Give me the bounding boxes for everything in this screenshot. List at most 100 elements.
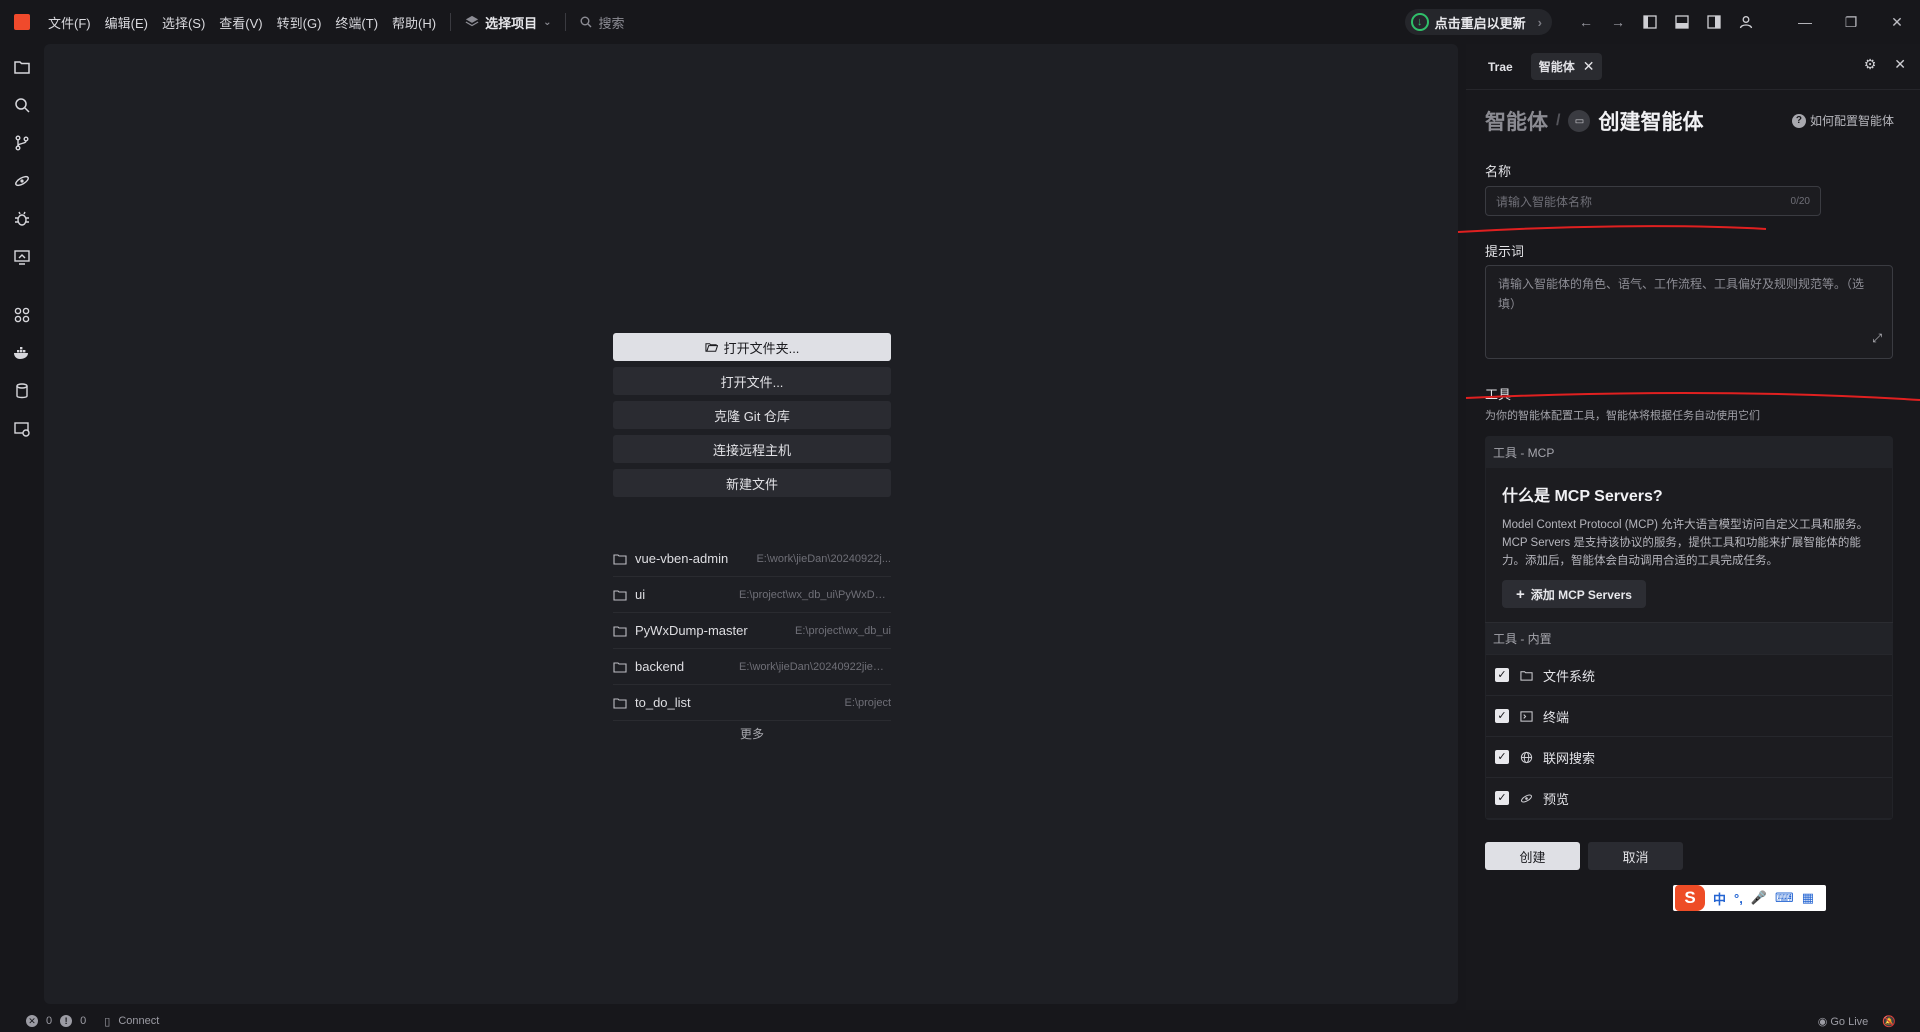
recent-project-name: PyWxDump-master	[635, 623, 748, 638]
title-right: ↓ 点击重启以更新 › ← → — ❐ ✕	[1404, 0, 1920, 44]
folder-open-icon	[704, 342, 718, 352]
source-control-icon[interactable]	[0, 124, 44, 162]
layers-icon	[465, 15, 479, 27]
debug-icon[interactable]	[0, 200, 44, 238]
prompt-textarea[interactable]: 请输入智能体的角色、语气、工作流程、工具偏好及规则规范等。（选填） ⤢	[1485, 265, 1893, 359]
name-label: 名称	[1485, 164, 1512, 179]
close-tab-icon[interactable]: ✕	[1583, 58, 1595, 75]
search-icon	[580, 16, 592, 28]
open-file-button[interactable]: 打开文件...	[613, 367, 891, 395]
breadcrumb-parent[interactable]: 智能体	[1485, 106, 1548, 136]
title-divider	[565, 13, 567, 31]
tool-label: 联网搜索	[1543, 750, 1596, 766]
more-link[interactable]: 更多	[613, 725, 891, 742]
connect-remote-button[interactable]: 连接远程主机	[613, 435, 891, 463]
gear-icon[interactable]: ⚙	[1864, 56, 1877, 73]
database-icon: ▯	[104, 1015, 111, 1028]
tool-checkbox[interactable]: ✓	[1495, 668, 1509, 682]
tool-checkbox[interactable]: ✓	[1495, 750, 1509, 764]
recent-project-row[interactable]: PyWxDump-master E:\project\wx_db_ui	[613, 613, 891, 649]
extensions-icon[interactable]	[0, 296, 44, 334]
agent-avatar-icon: ▭	[1568, 110, 1591, 132]
recent-project-row[interactable]: to_do_list E:\project	[613, 685, 891, 721]
microphone-icon[interactable]: 🎤	[1751, 890, 1767, 906]
minimize-icon[interactable]: —	[1782, 0, 1828, 44]
search-icon[interactable]	[0, 86, 44, 124]
keyboard-icon[interactable]: ⌨	[1775, 890, 1794, 906]
toggle-secondary-sidebar-icon[interactable]	[1698, 6, 1730, 38]
tool-row-preview[interactable]: ✓ 预览	[1486, 777, 1892, 818]
tab-trae[interactable]: Trae	[1480, 55, 1521, 79]
tool-row-web-search[interactable]: ✓ 联网搜索	[1486, 736, 1892, 777]
recent-project-row[interactable]: backend E:\work\jieDan\20240922jieDan1_.…	[613, 649, 891, 685]
help-link[interactable]: ? 如何配置智能体	[1791, 112, 1894, 129]
open-folder-button[interactable]: 打开文件夹...	[613, 333, 891, 361]
plus-icon: +	[1516, 585, 1525, 603]
recent-project-row[interactable]: ui E:\project\wx_db_ui\PyWxDump-master..…	[613, 577, 891, 613]
close-panel-icon[interactable]: ✕	[1894, 56, 1906, 73]
menu-select[interactable]: 选择(S)	[162, 13, 205, 32]
explorer-icon[interactable]	[0, 48, 44, 86]
project-select[interactable]: 选择项目 ⌄	[465, 13, 551, 32]
tool-checkbox[interactable]: ✓	[1495, 791, 1509, 805]
back-arrow-icon[interactable]: ←	[1570, 6, 1602, 38]
recent-project-path: E:\project\wx_db_ui	[795, 624, 891, 637]
menu-file[interactable]: 文件(F)	[48, 13, 91, 32]
search-box[interactable]: 搜索	[580, 13, 625, 32]
bell-off-icon[interactable]: 🔕	[1882, 1015, 1896, 1028]
mcp-description: Model Context Protocol (MCP) 允许大语言模型访问自定…	[1502, 519, 1869, 567]
add-mcp-button[interactable]: + 添加 MCP Servers	[1502, 580, 1646, 608]
name-placeholder: 请输入智能体名称	[1496, 194, 1593, 209]
go-live-button[interactable]: ◉ Go Live	[1818, 1015, 1869, 1028]
sogou-logo-icon[interactable]: S	[1675, 885, 1705, 911]
ime-punctuation[interactable]: °,	[1734, 891, 1743, 906]
restore-icon[interactable]: ❐	[1828, 0, 1874, 44]
agent-panel: Trae 智能体 ✕ ⚙ ✕ 智能体 / ▭ 创建智能体 ? 如何配置智能体 名…	[1466, 44, 1920, 1010]
connect-label[interactable]: Connect	[118, 1015, 159, 1027]
title-bar: 文件(F) 编辑(E) 选择(S) 查看(V) 转到(G) 终端(T) 帮助(H…	[0, 0, 1920, 44]
ime-toolbar: S 中 °, 🎤 ⌨ ▦	[1673, 885, 1826, 911]
tools-box: 工具 - MCP 什么是 MCP Servers? Model Context …	[1485, 436, 1893, 820]
grid-icon[interactable]: ▦	[1802, 890, 1814, 906]
menu-goto[interactable]: 转到(G)	[277, 13, 322, 32]
remote-explorer-icon[interactable]	[0, 238, 44, 276]
mcp-section-header: 工具 - MCP	[1493, 445, 1555, 460]
menu-view[interactable]: 查看(V)	[219, 13, 262, 32]
tool-row-filesystem[interactable]: ✓ 文件系统	[1486, 654, 1892, 695]
tool-checkbox[interactable]: ✓	[1495, 709, 1509, 723]
cancel-button[interactable]: 取消	[1588, 842, 1683, 870]
status-bar: ✕ 0 ! 0 ▯ Connect ◉ Go Live 🔕	[0, 1010, 1920, 1032]
menu-terminal[interactable]: 终端(T)	[335, 13, 378, 32]
database-icon[interactable]	[0, 372, 44, 410]
docker-icon[interactable]	[0, 334, 44, 372]
question-icon: ?	[1791, 113, 1806, 128]
tool-row-terminal[interactable]: ✓ 终端	[1486, 695, 1892, 736]
recent-project-path: E:\project	[844, 696, 891, 709]
menu-help[interactable]: 帮助(H)	[392, 13, 436, 32]
recent-project-row[interactable]: vue-vben-admin E:\work\jieDan\20240922j.…	[613, 541, 891, 577]
menu-edit[interactable]: 编辑(E)	[105, 13, 148, 32]
folder-icon	[613, 697, 627, 709]
new-file-button[interactable]: 新建文件	[613, 469, 891, 497]
download-icon: ↓	[1410, 13, 1429, 31]
toggle-primary-sidebar-icon[interactable]	[1634, 6, 1666, 38]
update-button[interactable]: ↓ 点击重启以更新 ›	[1404, 9, 1552, 35]
remote-link-icon[interactable]	[0, 162, 44, 200]
tool-label: 文件系统	[1543, 668, 1596, 684]
status-left[interactable]: ✕ 0 ! 0 ▯ Connect	[26, 1015, 159, 1028]
ime-language[interactable]: 中	[1713, 889, 1726, 908]
agent-name-input[interactable]: 请输入智能体名称 0/20	[1485, 186, 1821, 216]
tab-agent[interactable]: 智能体 ✕	[1530, 53, 1603, 80]
status-right: ◉ Go Live 🔕	[1818, 1015, 1896, 1028]
remote-window-icon[interactable]	[0, 410, 44, 448]
forward-arrow-icon[interactable]: →	[1602, 6, 1634, 38]
account-icon[interactable]	[1730, 6, 1762, 38]
clone-git-button[interactable]: 克隆 Git 仓库	[613, 401, 891, 429]
panel-tabs: Trae 智能体 ✕	[1466, 44, 1920, 90]
close-window-icon[interactable]: ✕	[1874, 0, 1920, 44]
tools-label: 工具	[1485, 387, 1512, 402]
expand-icon[interactable]: ⤢	[1872, 328, 1882, 348]
recent-project-path: E:\project\wx_db_ui\PyWxDump-master...	[739, 588, 891, 601]
create-button[interactable]: 创建	[1485, 842, 1580, 870]
toggle-panel-icon[interactable]	[1666, 6, 1698, 38]
